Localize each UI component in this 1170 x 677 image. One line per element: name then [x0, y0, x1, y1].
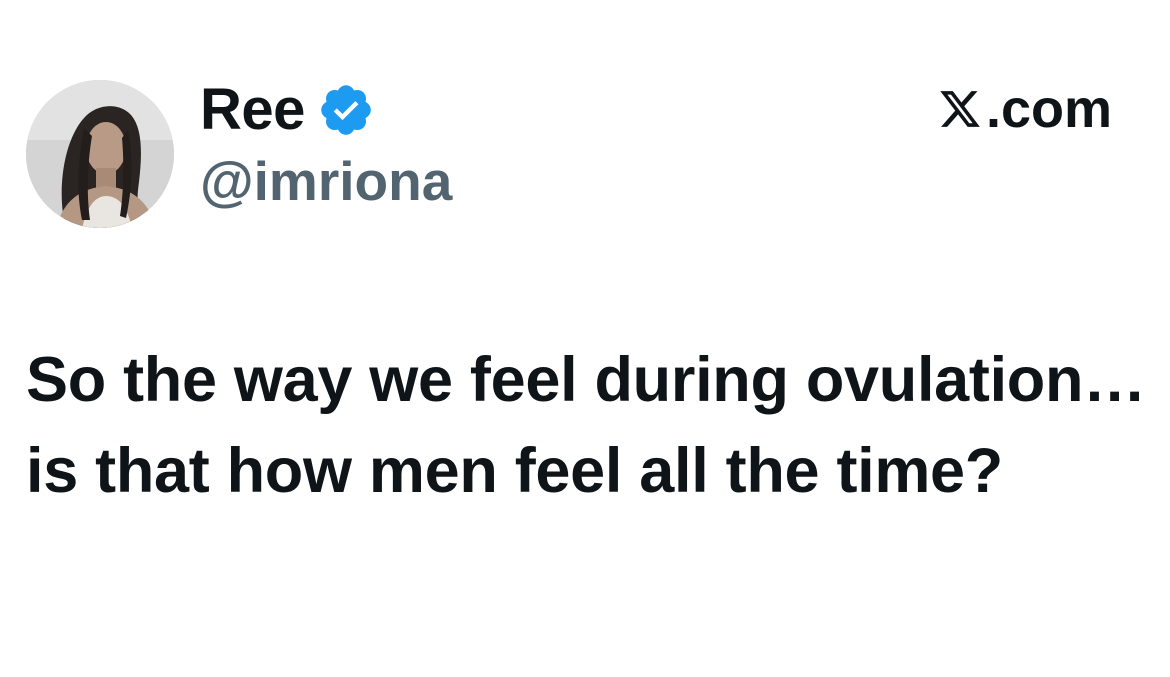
- author-name-row[interactable]: Ree: [200, 76, 375, 144]
- verified-badge-icon: [317, 81, 375, 139]
- brand-watermark: .com: [938, 82, 1112, 136]
- profile-photo: [26, 80, 174, 228]
- tweet-text: So the way we feel during ovulation… is …: [26, 345, 1146, 506]
- x-logo-icon: [938, 86, 982, 130]
- author-handle[interactable]: @imriona: [200, 154, 452, 209]
- brand-domain-label: .com: [985, 79, 1112, 139]
- avatar[interactable]: [26, 80, 174, 228]
- display-name[interactable]: Ree: [200, 81, 305, 139]
